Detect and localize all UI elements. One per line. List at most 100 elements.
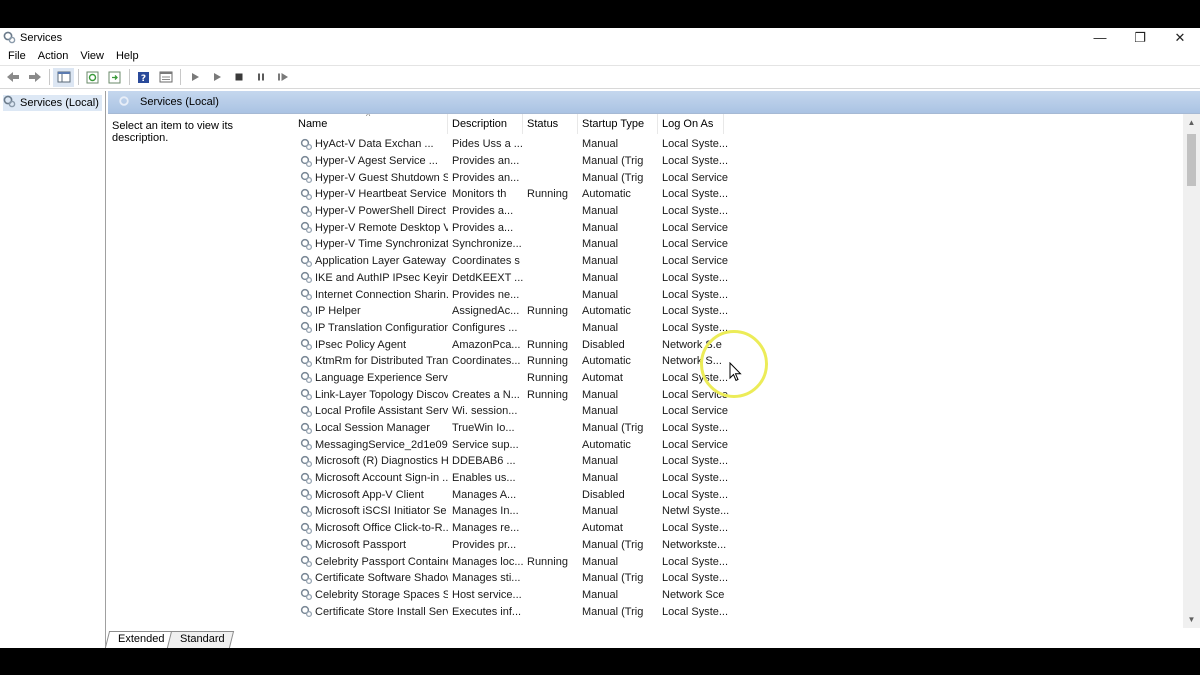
back-button[interactable] [2, 68, 23, 87]
menu-help[interactable]: Help [110, 50, 145, 62]
table-row[interactable]: Celebrity Storage Spaces S... Host servic… [290, 587, 733, 604]
service-gear-icon [300, 422, 313, 435]
service-name-cell: Microsoft App-V Client [290, 488, 448, 501]
properties-button[interactable] [155, 68, 176, 87]
table-row[interactable]: Internet Connection Sharin... Provides ne… [290, 286, 733, 303]
toolbar: ? [0, 66, 1200, 89]
service-gear-icon [300, 388, 313, 401]
table-row[interactable]: Hyper-V PowerShell Direct ... Provides a.… [290, 203, 733, 220]
vertical-scrollbar[interactable]: ▲ ▼ [1183, 114, 1200, 628]
service-description: Executes inf... [452, 605, 522, 618]
service-description: Configures ... [452, 321, 518, 334]
minimize-button[interactable]: — [1080, 28, 1120, 47]
column-header-status[interactable]: Status [523, 114, 578, 134]
help-button[interactable]: ? [133, 68, 154, 87]
table-row[interactable]: IPsec Policy Agent AmazonPca... Running Dis… [290, 336, 733, 353]
service-gear-icon [300, 188, 313, 201]
restart-service-button[interactable] [272, 68, 293, 87]
service-log-on-as: Local Syste... [662, 205, 729, 218]
service-startup-type: Automat [582, 371, 623, 384]
service-log-on-as: Local Service [662, 171, 729, 184]
service-description: Creates a N... [452, 388, 520, 401]
service-name-cell: Hyper-V Time Synchronizati... [290, 238, 448, 251]
table-row[interactable]: Microsoft App-V Client Manages A... Disabl… [290, 486, 733, 503]
tab-standard[interactable]: Standard [167, 631, 235, 648]
table-row[interactable]: Language Experience Service Running Automa… [290, 370, 733, 387]
table-row[interactable]: KtmRm for Distributed Tran Coordinates...… [290, 353, 733, 370]
service-log-on-as: Networkste... [662, 538, 727, 551]
table-row[interactable]: Local Session Manager TrueWin Io... Manual… [290, 420, 733, 437]
menu-action[interactable]: Action [32, 50, 75, 62]
start-service-button[interactable] [184, 68, 205, 87]
column-header-description[interactable]: Description [448, 114, 523, 134]
menu-file[interactable]: File [2, 50, 32, 62]
minimize-icon: — [1093, 30, 1107, 45]
table-row[interactable]: MessagingService_2d1e09a Service sup... Au… [290, 436, 733, 453]
services-panel: Select an item to view its description. … [108, 113, 1200, 628]
restore-button[interactable]: ❐ [1120, 28, 1160, 47]
table-row[interactable]: Microsoft Passport Provides pr... Manual (… [290, 537, 733, 554]
toolbar-separator [78, 69, 79, 85]
show-hide-console-tree-button[interactable] [53, 67, 74, 87]
refresh-icon [86, 71, 99, 83]
service-name-cell: Hyper-V Agest Service ... [290, 155, 448, 168]
service-description: Enables us... [452, 472, 516, 485]
table-row[interactable]: Hyper-V Heartbeat Service Monitors th Runn… [290, 186, 733, 203]
table-row[interactable]: Microsoft Account Sign-in ... Enables us.… [290, 470, 733, 487]
service-description: Manages loc... [452, 555, 523, 568]
service-gear-icon [300, 572, 313, 585]
column-headers: ^ Name Description Status Startup Type L… [290, 114, 724, 134]
table-row[interactable]: Microsoft iSCSI Initiator Se Manages In..… [290, 503, 733, 520]
scroll-up-icon[interactable]: ▲ [1183, 114, 1200, 131]
tree-item-label: Services (Local) [20, 97, 99, 109]
table-row[interactable]: Hyper-V Time Synchronizati... Synchronize… [290, 236, 733, 253]
table-row[interactable]: Certificate Store Install Service Execute… [290, 603, 733, 620]
service-name-cell: IP Helper [290, 305, 448, 318]
table-row[interactable]: IP Translation Configuration ... Configur… [290, 320, 733, 337]
services-gear-icon [3, 31, 16, 44]
column-header-log-on-as[interactable]: Log On As [658, 114, 724, 134]
table-row[interactable]: Link-Layer Topology Discov... Creates a N… [290, 386, 733, 403]
table-row[interactable]: Microsoft Office Click-to-R... Manages re… [290, 520, 733, 537]
service-name-cell: Hyper-V Heartbeat Service [290, 188, 448, 201]
column-header-startup-type[interactable]: Startup Type [578, 114, 658, 134]
service-description: AmazonPca... [452, 338, 521, 351]
export-list-button[interactable] [104, 68, 125, 87]
service-name-cell: KtmRm for Distributed Tran [290, 355, 448, 368]
service-name: IKE and AuthIP IPsec Keying... [315, 271, 448, 284]
table-row[interactable]: Application Layer Gateway C... Coordinate… [290, 253, 733, 270]
stop-service-button[interactable] [228, 68, 249, 87]
close-button[interactable]: ✕ [1160, 28, 1200, 47]
table-row[interactable]: Hyper-V Guest Shutdown S... Provides an..… [290, 169, 733, 186]
service-description: Monitors th [452, 188, 507, 201]
service-gear-icon [300, 138, 313, 151]
start-service-alt-button[interactable] [206, 68, 227, 87]
table-row[interactable]: Hyper-V Remote Desktop Vi... Provides a..… [290, 219, 733, 236]
menu-view[interactable]: View [74, 50, 110, 62]
service-gear-icon [300, 438, 313, 451]
tree-item-services-local[interactable]: Services (Local) [3, 95, 102, 111]
table-row[interactable]: Hyper-V Agest Service ... Provides an... M… [290, 153, 733, 170]
service-startup-type: Manual [582, 555, 619, 568]
description-pane: Select an item to view its description. [108, 114, 290, 628]
service-name-cell: Language Experience Service [290, 371, 448, 384]
forward-button[interactable] [24, 68, 45, 87]
tab-extended[interactable]: Extended [104, 631, 174, 648]
pause-service-button[interactable] [250, 68, 271, 87]
service-gear-icon [300, 522, 313, 535]
column-header-name[interactable]: ^ Name [290, 114, 448, 134]
table-row[interactable]: Celebrity Passport Container Manages loc.… [290, 553, 733, 570]
table-row[interactable]: Microsoft (R) Diagnostics H... DDEBAB6 ..… [290, 453, 733, 470]
scrollbar-thumb[interactable] [1187, 134, 1196, 186]
table-row[interactable]: Local Profile Assistant Service Wi. sessi… [290, 403, 733, 420]
table-row[interactable]: Certificate Software Shadow Manages sti..… [290, 570, 733, 587]
table-row[interactable]: IP Helper AssignedAc... Running Automatic Lo… [290, 303, 733, 320]
service-startup-type: Manual [582, 221, 619, 234]
service-name: Celebrity Passport Container [315, 555, 448, 568]
refresh-button[interactable] [82, 68, 103, 87]
service-gear-icon [300, 155, 313, 168]
table-row[interactable]: IKE and AuthIP IPsec Keying... DetdKEEXT … [290, 270, 733, 287]
scroll-down-icon[interactable]: ▼ [1183, 611, 1200, 628]
table-row[interactable]: HyAct-V Data Exchan ... Pides Uss a ... Ma… [290, 136, 733, 153]
play-icon [213, 73, 221, 81]
